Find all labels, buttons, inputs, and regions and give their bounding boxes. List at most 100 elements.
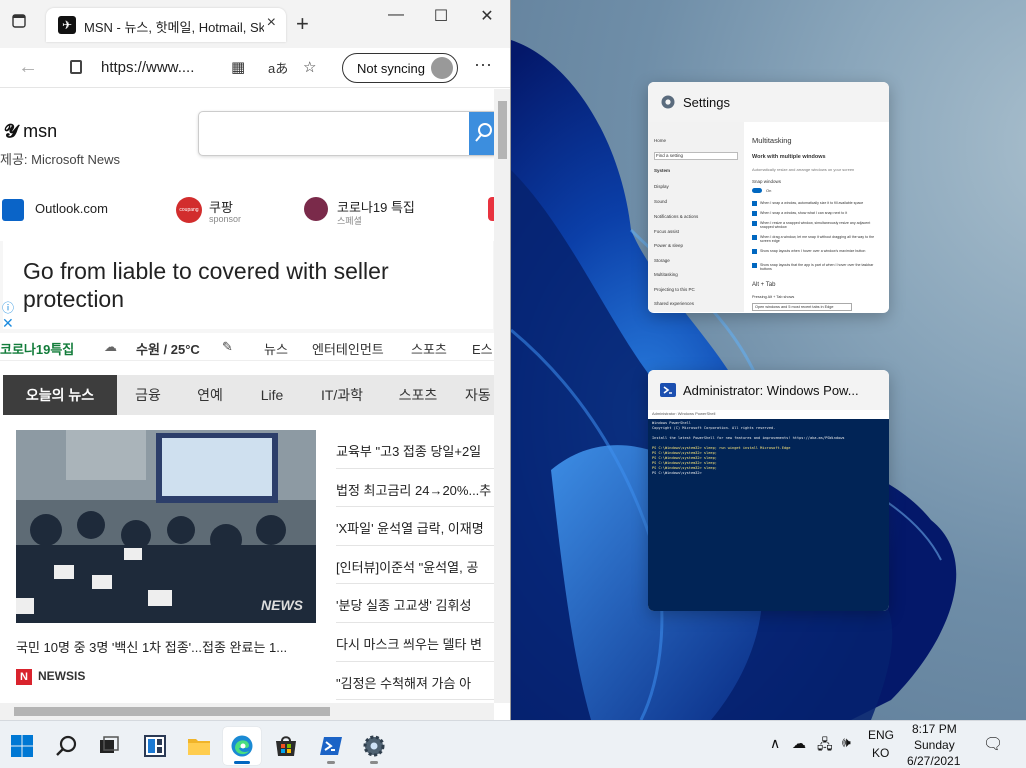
headline-item[interactable]: '분당 실종 고교생' 김휘성 [336, 584, 494, 623]
close-window-button[interactable]: ✕ [467, 6, 507, 26]
read-aloud-icon[interactable]: aあ [268, 58, 288, 77]
clock-date[interactable]: 6/27/2021 [907, 754, 960, 768]
store-button[interactable] [267, 727, 305, 765]
search-taskbar-button[interactable] [48, 727, 86, 765]
headline-item[interactable]: 'X파일' 윤석열 급락, 이재명 [336, 507, 494, 546]
start-button[interactable] [3, 727, 41, 765]
scroll-thumb[interactable] [498, 101, 507, 159]
sync-button[interactable]: Not syncing [342, 53, 458, 83]
quick-link-covid[interactable]: 코로나19 특집 스페셜 [304, 197, 434, 226]
search-icon [56, 735, 77, 756]
lock-icon[interactable] [70, 60, 82, 74]
edit-pencil-icon[interactable]: ✎ [222, 339, 233, 355]
show-hidden-icons[interactable]: ∧ [770, 735, 780, 752]
console-line: Copyright (C) Microsoft Corporation. All… [652, 426, 776, 430]
tab-today-news[interactable]: 오늘의 뉴스 [3, 375, 117, 415]
ribbon-link[interactable]: 스포츠 [411, 339, 447, 358]
quick-link-sub: sponsor [209, 214, 242, 224]
ad-text[interactable]: Go from liable to covered with seller pr… [23, 257, 463, 313]
info-ribbon: 코로나19특집 ☁ 수원 / 25°C ✎ 뉴스 엔터테인먼트 스포츠 E스 [0, 333, 494, 361]
language-top[interactable]: ENG [868, 728, 894, 742]
settings-nav-item: Sound [654, 199, 668, 204]
search-button[interactable] [469, 112, 494, 155]
clock-day[interactable]: Sunday [914, 738, 955, 752]
notifications-icon[interactable]: 🗨 [983, 734, 1003, 754]
task-view-icon [100, 736, 119, 753]
alt-tab-dropdown: Open windows and 5 most recent tabs in E… [752, 303, 852, 311]
ad-close-icon[interactable]: ✕ [2, 315, 14, 332]
headline-item[interactable]: 법정 최고금리 24→20%...추 [336, 469, 494, 508]
address-bar: ← https://www.... ▦ aあ ☆ Not syncing ··· [0, 48, 510, 88]
tab-sports[interactable]: 스포츠 [387, 375, 449, 415]
checkbox-icon [752, 211, 757, 216]
headline-item[interactable]: "김정은 수척해져 가슴 아 [336, 662, 494, 701]
weather-text[interactable]: 수원 / 25°C [136, 339, 200, 358]
tab-auto[interactable]: 자동 [465, 375, 494, 415]
tab-it-science[interactable]: IT/과학 [307, 375, 377, 415]
lead-news-source: N NEWSIS [16, 669, 85, 685]
task-view-button[interactable] [90, 727, 128, 765]
new-tab-button[interactable]: + [296, 11, 309, 37]
widgets-button[interactable] [136, 727, 174, 765]
powershell-icon [320, 737, 342, 755]
cloud-icon: ☁ [104, 339, 117, 354]
tab-life[interactable]: Life [247, 375, 297, 415]
checkbox-icon [752, 235, 757, 240]
language-bottom[interactable]: KO [872, 746, 889, 760]
settings-taskbar-button[interactable] [355, 727, 393, 765]
ribbon-link[interactable]: E스 [472, 339, 493, 358]
volume-icon[interactable]: 🕪 [842, 734, 851, 751]
browser-tab-msn[interactable]: ✈ MSN - 뉴스, 핫메일, Hotmail, Skype × [46, 8, 286, 42]
edge-browser-window: ✈ MSN - 뉴스, 핫메일, Hotmail, Skype × + — ☐ … [0, 0, 511, 720]
clock-time[interactable]: 8:17 PM [912, 722, 957, 736]
ad-info-icon[interactable]: ⓘ [2, 299, 14, 316]
apps-icon[interactable]: ▦ [231, 58, 245, 76]
file-explorer-button[interactable] [180, 727, 218, 765]
maximize-button[interactable]: ☐ [421, 6, 461, 26]
lead-news-caption[interactable]: 국민 10명 중 3명 '백신 1차 접종'...접종 완료는 1... [16, 637, 316, 656]
network-icon[interactable]: 🖧 [817, 734, 833, 758]
snap-title: Administrator: Windows Pow... [683, 383, 859, 398]
headline-item[interactable]: 다시 마스크 씌우는 델타 변 [336, 623, 494, 662]
ribbon-link[interactable]: 엔터테인먼트 [312, 339, 384, 358]
edge-taskbar-button[interactable] [223, 727, 261, 765]
headline-item[interactable]: 교육부 "고3 접종 당일+2일 [336, 430, 494, 469]
settings-nav-item: Shared experiences [654, 301, 695, 306]
snap-option: When I drag a window, let me snap it wit… [760, 235, 875, 243]
more-options-icon[interactable]: ··· [474, 54, 492, 75]
checkbox-icon [752, 221, 757, 226]
quick-link-outlook[interactable]: Outlook.com [2, 197, 122, 225]
headline-item[interactable]: [인터뷰]이준석 "윤석열, 공 [336, 546, 494, 585]
tab-entertainment[interactable]: 연예 [183, 375, 237, 415]
minimize-button[interactable]: — [376, 6, 416, 24]
horizontal-scrollbar[interactable] [0, 703, 494, 720]
lead-news-photo[interactable]: NEWS [16, 430, 316, 623]
cloud-icon[interactable]: ☁ [792, 735, 806, 752]
snap-option: Show snap layouts that the app is part o… [760, 263, 874, 271]
snap-preview-settings[interactable]: Settings Home Find a setting System Disp… [648, 82, 889, 313]
quick-link-sub: 스페셜 [337, 216, 362, 226]
ribbon-link[interactable]: 뉴스 [264, 339, 288, 358]
url-field[interactable]: https://www.... [101, 59, 194, 76]
search-input[interactable] [198, 111, 494, 156]
snap-preview-powershell[interactable]: Administrator: Windows Pow... Administra… [648, 370, 889, 611]
settings-desc: Automatically resize and arrange windows… [752, 167, 855, 172]
headline-list: 교육부 "고3 접종 당일+2일 법정 최고금리 24→20%...추 'X파일… [336, 430, 494, 701]
tab-actions-icon[interactable] [12, 14, 32, 34]
add-favorite-icon[interactable]: ☆ [303, 58, 316, 76]
scroll-thumb[interactable] [14, 707, 330, 716]
powershell-taskbar-button[interactable] [312, 727, 350, 765]
vertical-scrollbar[interactable] [494, 89, 510, 703]
powershell-console: Windows PowerShell Copyright (C) Microso… [648, 419, 889, 611]
tab-finance[interactable]: 금융 [121, 375, 175, 415]
back-arrow-icon[interactable]: ← [18, 56, 38, 79]
settings-nav-item: Storage [654, 258, 670, 263]
widgets-icon [144, 735, 166, 757]
quick-link-coupang[interactable]: coupang 쿠팡 sponsor [176, 197, 276, 225]
snap-option: When I resize a snapped window, simultan… [760, 221, 871, 229]
powershell-icon [660, 383, 676, 397]
close-tab-icon[interactable]: × [267, 14, 276, 32]
msn-logo[interactable]: 𝓨 msn [4, 121, 57, 142]
coupang-icon: coupang [176, 197, 202, 223]
covid-link[interactable]: 코로나19특집 [0, 339, 74, 358]
